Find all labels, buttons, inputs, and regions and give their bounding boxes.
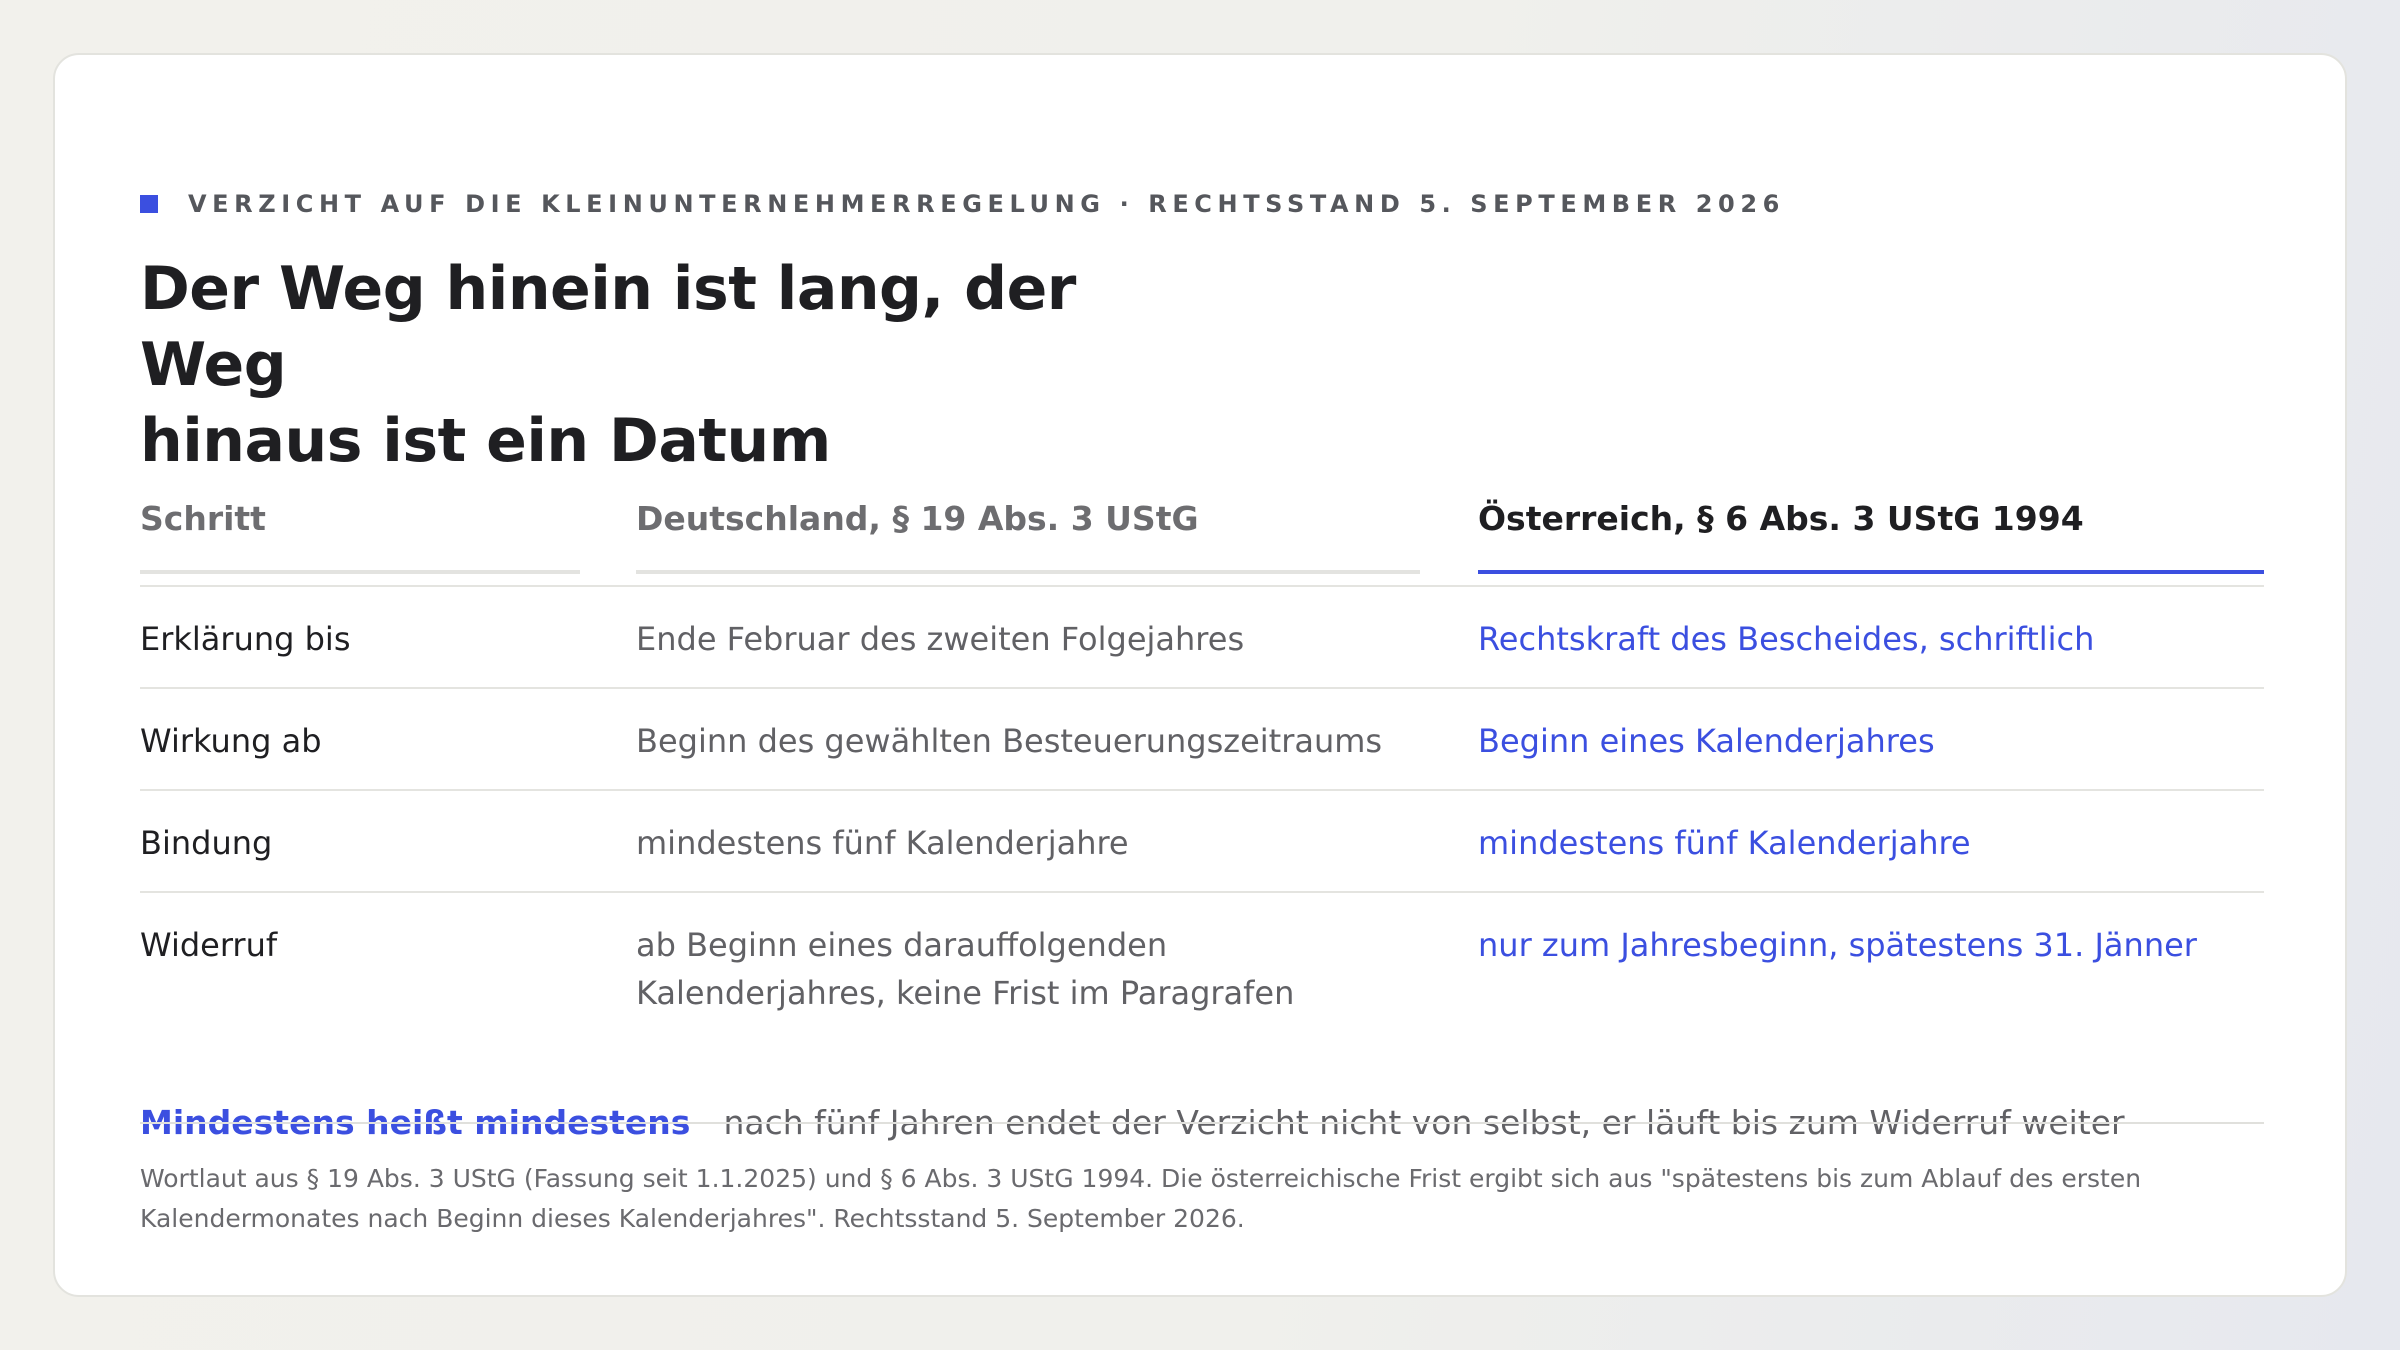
table-row: Erklärung bis Ende Februar des zweiten F… [140,587,2264,689]
summary-card: VERZICHT AUF DIE KLEINUNTERNEHMERREGELUN… [53,53,2347,1297]
cell-step: Erklärung bis [140,620,351,658]
cell-step: Bindung [140,824,273,862]
cell-austria: nur zum Jahresbeginn, spätestens 31. Jän… [1478,926,2197,964]
page-title: Der Weg hinein ist lang, der Weg hinaus … [140,251,1240,479]
footnote: Wortlaut aus § 19 Abs. 3 UStG (Fassung s… [140,1164,2142,1233]
cell-germany: mindestens fünf Kalenderjahre [636,824,1129,862]
column-header-step: Schritt [140,477,580,574]
column-header-austria: Österreich, § 6 Abs. 3 UStG 1994 [1478,477,2264,574]
table-header: Schritt Deutschland, § 19 Abs. 3 UStG Ös… [140,477,2264,587]
eyebrow-text: VERZICHT AUF DIE KLEINUNTERNEHMERREGELUN… [188,190,1785,218]
column-header-germany: Deutschland, § 19 Abs. 3 UStG [636,477,1420,574]
accent-square-icon [140,195,158,213]
cell-germany: ab Beginn eines darauffolgenden Kalender… [636,926,1295,1012]
cell-germany: Beginn des gewählten Besteuerungszeitrau… [636,722,1383,760]
divider [140,1122,2264,1124]
eyebrow: VERZICHT AUF DIE KLEINUNTERNEHMERREGELUN… [140,190,1785,218]
comparison-table: Schritt Deutschland, § 19 Abs. 3 UStG Ös… [140,477,2264,1043]
cell-step: Widerruf [140,926,278,964]
cell-austria: Beginn eines Kalenderjahres [1478,722,1935,760]
cell-austria: mindestens fünf Kalenderjahre [1478,824,1971,862]
cell-germany: Ende Februar des zweiten Folgejahres [636,620,1245,658]
cell-austria: Rechtskraft des Bescheides, schriftlich [1478,620,2095,658]
page-title-line-2: hinaus ist ein Datum [140,406,831,476]
page-title-line-1: Der Weg hinein ist lang, der Weg [140,254,1076,400]
table-row: Bindung mindestens fünf Kalenderjahre mi… [140,791,2264,893]
cell-step: Wirkung ab [140,722,322,760]
table-row: Wirkung ab Beginn des gewählten Besteuer… [140,689,2264,791]
table-row: Widerruf ab Beginn eines darauffolgenden… [140,893,2264,1043]
